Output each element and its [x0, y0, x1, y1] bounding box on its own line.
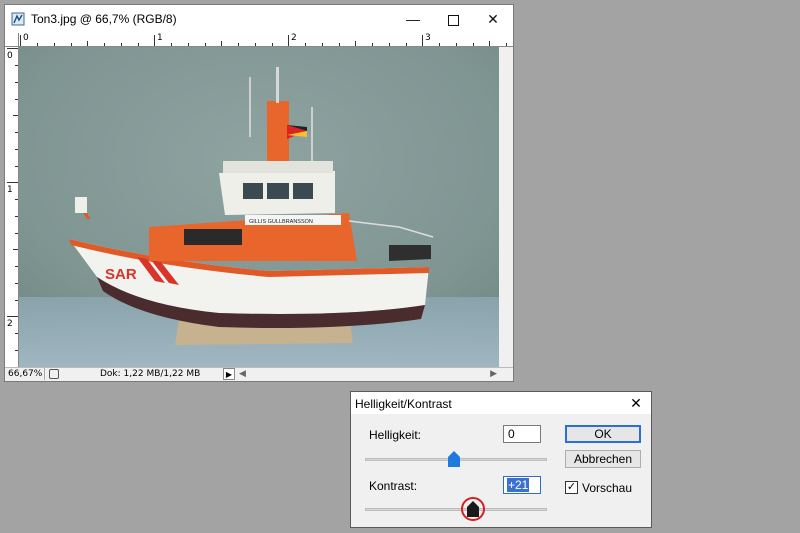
document-size-info: Dok: 1,22 MB/1,22 MB [100, 369, 201, 379]
document-title: Ton3.jpg @ 66,7% (RGB/8) [31, 12, 177, 26]
dialog-titlebar[interactable]: Helligkeit/Kontrast ✕ [351, 392, 651, 414]
hull-text: SAR [105, 266, 137, 283]
nameplate-text: GILLIS GULLBRANSSON [249, 219, 313, 225]
zoom-level-field[interactable]: 66,67% [5, 368, 45, 380]
ruler-h-label-2: 2 [291, 33, 297, 43]
ruler-h-label-3: 3 [425, 33, 431, 43]
maximize-button[interactable] [433, 5, 473, 33]
minimize-button[interactable]: — [393, 5, 433, 33]
document-profile-icon[interactable] [49, 369, 59, 379]
image-canvas[interactable]: SAR GILLIS GULLBRANSSON [19, 47, 499, 370]
brightness-label: Helligkeit: [369, 428, 422, 442]
contrast-input[interactable]: +21 [503, 476, 541, 494]
dialog-close-button[interactable]: ✕ [621, 392, 651, 414]
ruler-v-label-2: 2 [7, 319, 13, 329]
document-titlebar[interactable]: Ton3.jpg @ 66,7% (RGB/8) — ✕ [5, 5, 513, 33]
brightness-contrast-dialog: Helligkeit/Kontrast ✕ Helligkeit: 0 Kont… [350, 391, 652, 528]
horizontal-ruler-ticks [20, 35, 507, 46]
brightness-slider-thumb[interactable] [448, 451, 460, 467]
ruler-h-label-1: 1 [157, 33, 163, 43]
scroll-left-arrow[interactable]: ◀ [239, 368, 246, 380]
contrast-input-value: +21 [507, 478, 530, 492]
ruler-origin[interactable] [5, 33, 19, 47]
status-bar: 66,67% Dok: 1,22 MB/1,22 MB ▶ ◀ ▶ [5, 367, 513, 381]
brightness-input[interactable]: 0 [503, 425, 541, 443]
boat-photo: SAR GILLIS GULLBRANSSON [19, 47, 499, 370]
ruler-h-label-0: 0 [23, 33, 29, 43]
horizontal-scrollbar[interactable]: ◀ ▶ [237, 368, 499, 380]
contrast-label: Kontrast: [369, 479, 418, 493]
vertical-scrollbar[interactable] [499, 47, 513, 370]
photoshop-file-icon [11, 12, 25, 26]
ruler-v-label-0: 0 [7, 51, 13, 61]
preview-checkbox[interactable]: ✓ [565, 481, 578, 494]
horizontal-ruler[interactable]: 0 1 2 3 [19, 33, 513, 47]
close-button[interactable]: ✕ [473, 5, 513, 33]
scroll-right-arrow[interactable]: ▶ [490, 368, 497, 380]
preview-label[interactable]: Vorschau [582, 481, 632, 495]
maximize-icon [447, 14, 459, 26]
contrast-slider-thumb[interactable] [467, 501, 479, 517]
cancel-button[interactable]: Abbrechen [565, 450, 641, 468]
ok-button[interactable]: OK [565, 425, 641, 443]
dialog-title: Helligkeit/Kontrast [355, 397, 452, 411]
vertical-ruler[interactable]: 0 1 2 [5, 47, 19, 370]
status-menu-arrow[interactable]: ▶ [223, 368, 235, 380]
ruler-v-label-1: 1 [7, 185, 13, 195]
document-window: Ton3.jpg @ 66,7% (RGB/8) — ✕ 0 1 2 3 0 1… [4, 4, 514, 382]
contrast-slider-track[interactable] [365, 508, 547, 511]
